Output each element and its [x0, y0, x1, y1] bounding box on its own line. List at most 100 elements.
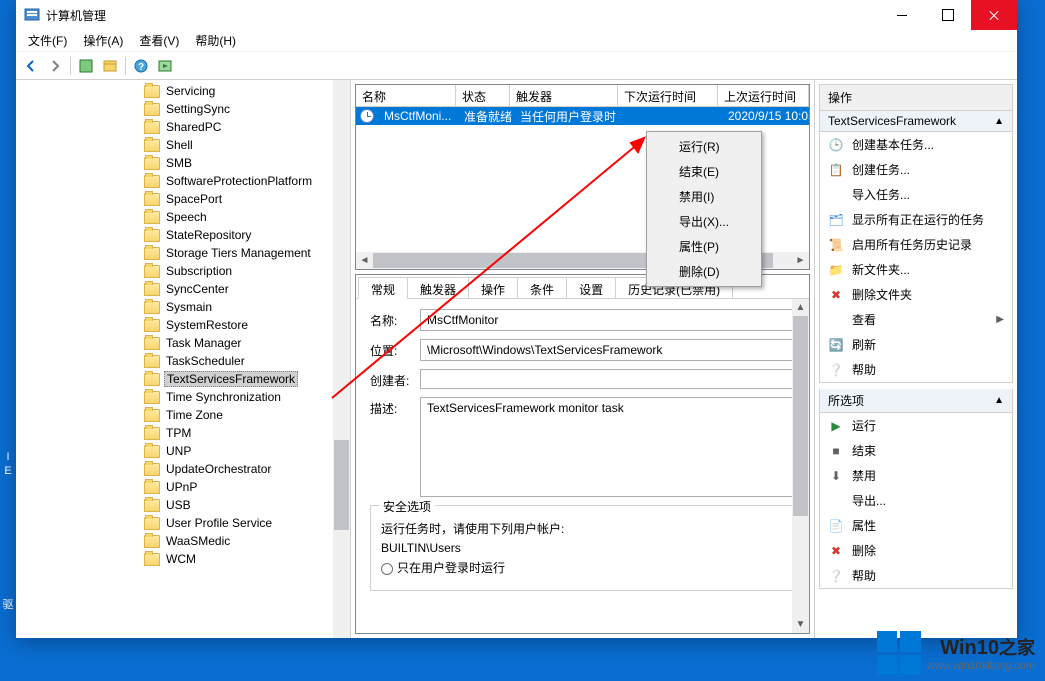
col-next[interactable]: 下次运行时间	[618, 85, 718, 106]
tree-item-subscription[interactable]: Subscription	[24, 262, 350, 280]
task-row[interactable]: MsCtfMoni... 准备就绪 当任何用户登录时 2020/9/15 10:…	[356, 107, 809, 125]
tool-button-1[interactable]	[75, 55, 97, 77]
tree-item-smb[interactable]: SMB	[24, 154, 350, 172]
col-trigger[interactable]: 触发器	[510, 85, 618, 106]
value-name[interactable]: MsCtfMonitor	[420, 309, 795, 331]
tree-item-softwareprotectionplatform[interactable]: SoftwareProtectionPlatform	[24, 172, 350, 190]
tree-item-task-manager[interactable]: Task Manager	[24, 334, 350, 352]
ctx-结束E[interactable]: 结束(E)	[649, 159, 759, 184]
action-运行[interactable]: ▶运行	[820, 413, 1012, 438]
folder-icon	[144, 409, 160, 422]
col-state[interactable]: 状态	[456, 85, 510, 106]
tree-item-sharedpc[interactable]: SharedPC	[24, 118, 350, 136]
tree-item-synccenter[interactable]: SyncCenter	[24, 280, 350, 298]
tree-item-time-zone[interactable]: Time Zone	[24, 406, 350, 424]
action-icon: ✖	[828, 543, 844, 559]
folder-icon	[144, 211, 160, 224]
tab-1[interactable]: 触发器	[407, 277, 469, 298]
tree-item-unp[interactable]: UNP	[24, 442, 350, 460]
tree-item-user-profile-service[interactable]: User Profile Service	[24, 514, 350, 532]
tree-item-shell[interactable]: Shell	[24, 136, 350, 154]
tab-2[interactable]: 操作	[468, 277, 518, 298]
minimize-button[interactable]	[879, 0, 925, 30]
folder-icon	[144, 499, 160, 512]
ctx-属性P[interactable]: 属性(P)	[649, 234, 759, 259]
tree-item-systemrestore[interactable]: SystemRestore	[24, 316, 350, 334]
window-title: 计算机管理	[46, 7, 879, 24]
action-启用所有任务历史记录[interactable]: 📜启用所有任务历史记录	[820, 232, 1012, 257]
actions-group1-title[interactable]: TextServicesFramework▲	[820, 111, 1012, 132]
actions-group2-title[interactable]: 所选项▲	[820, 389, 1012, 413]
action-刷新[interactable]: 🔄刷新	[820, 332, 1012, 357]
tree-item-waasmedic[interactable]: WaaSMedic	[24, 532, 350, 550]
tree-item-taskscheduler[interactable]: TaskScheduler	[24, 352, 350, 370]
menu-view[interactable]: 查看(V)	[131, 30, 187, 51]
tree-item-staterepository[interactable]: StateRepository	[24, 226, 350, 244]
action-导入任务[interactable]: 导入任务...	[820, 182, 1012, 207]
action-icon	[828, 312, 844, 328]
tree-scrollbar[interactable]	[333, 80, 350, 638]
action-删除[interactable]: ✖删除	[820, 538, 1012, 563]
menu-action[interactable]: 操作(A)	[75, 30, 131, 51]
detail-pane: 常规触发器操作条件设置历史记录(已禁用) 名称:MsCtfMonitor 位置:…	[355, 274, 810, 634]
tree-item-wcm[interactable]: WCM	[24, 550, 350, 568]
tab-3[interactable]: 条件	[517, 277, 567, 298]
tree-item-settingsync[interactable]: SettingSync	[24, 100, 350, 118]
menubar: 文件(F) 操作(A) 查看(V) 帮助(H)	[16, 30, 1017, 52]
tree-item-servicing[interactable]: Servicing	[24, 82, 350, 100]
maximize-button[interactable]	[925, 0, 971, 30]
action-icon: 📄	[828, 518, 844, 534]
menu-file[interactable]: 文件(F)	[20, 30, 75, 51]
action-创建基本任务[interactable]: 🕒创建基本任务...	[820, 132, 1012, 157]
col-name[interactable]: 名称	[356, 85, 456, 106]
tree-item-usb[interactable]: USB	[24, 496, 350, 514]
tree-item-time-synchronization[interactable]: Time Synchronization	[24, 388, 350, 406]
folder-icon	[144, 103, 160, 116]
ctx-运行R[interactable]: 运行(R)	[649, 134, 759, 159]
radio-logon[interactable]	[381, 563, 393, 575]
action-禁用[interactable]: ⬇禁用	[820, 463, 1012, 488]
action-icon: 🔄	[828, 337, 844, 353]
action-帮助[interactable]: ❔帮助	[820, 357, 1012, 382]
value-desc[interactable]: TextServicesFramework monitor task	[420, 397, 795, 497]
chevron-right-icon: ▶	[996, 314, 1004, 325]
ctx-禁用I[interactable]: 禁用(I)	[649, 184, 759, 209]
close-button[interactable]	[971, 0, 1017, 30]
col-prev[interactable]: 上次运行时间	[718, 85, 809, 106]
tab-4[interactable]: 设置	[566, 277, 616, 298]
forward-button[interactable]	[44, 55, 66, 77]
tab-0[interactable]: 常规	[358, 277, 408, 299]
action-新文件夹[interactable]: 📁新文件夹...	[820, 257, 1012, 282]
action-导出[interactable]: 导出...	[820, 488, 1012, 513]
action-帮助[interactable]: ❔帮助	[820, 563, 1012, 588]
tree-item-textservicesframework[interactable]: TextServicesFramework	[24, 370, 350, 388]
ctx-删除D[interactable]: 删除(D)	[649, 259, 759, 284]
action-icon: 🕒	[828, 137, 844, 153]
action-结束[interactable]: ■结束	[820, 438, 1012, 463]
tree-item-speech[interactable]: Speech	[24, 208, 350, 226]
help-button[interactable]: ?	[130, 55, 152, 77]
tree-item-tpm[interactable]: TPM	[24, 424, 350, 442]
tool-button-2[interactable]	[99, 55, 121, 77]
folder-icon	[144, 121, 160, 134]
detail-scrollbar-v[interactable]: ▲▼	[792, 299, 809, 633]
action-属性[interactable]: 📄属性	[820, 513, 1012, 538]
action-icon: 📜	[828, 237, 844, 253]
folder-icon	[144, 283, 160, 296]
toolbar: ?	[16, 52, 1017, 80]
tool-button-3[interactable]	[154, 55, 176, 77]
tree-item-sysmain[interactable]: Sysmain	[24, 298, 350, 316]
folder-icon	[144, 319, 160, 332]
action-删除文件夹[interactable]: ✖删除文件夹	[820, 282, 1012, 307]
tree-item-updateorchestrator[interactable]: UpdateOrchestrator	[24, 460, 350, 478]
menu-help[interactable]: 帮助(H)	[187, 30, 244, 51]
back-button[interactable]	[20, 55, 42, 77]
tree-item-upnp[interactable]: UPnP	[24, 478, 350, 496]
action-查看[interactable]: 查看▶	[820, 307, 1012, 332]
titlebar[interactable]: 计算机管理	[16, 0, 1017, 30]
tree-item-spaceport[interactable]: SpacePort	[24, 190, 350, 208]
action-显示所有正在运行的任务[interactable]: 🗂显示所有正在运行的任务	[820, 207, 1012, 232]
ctx-导出X[interactable]: 导出(X)...	[649, 209, 759, 234]
action-创建任务[interactable]: 📋创建任务...	[820, 157, 1012, 182]
tree-item-storage-tiers-management[interactable]: Storage Tiers Management	[24, 244, 350, 262]
